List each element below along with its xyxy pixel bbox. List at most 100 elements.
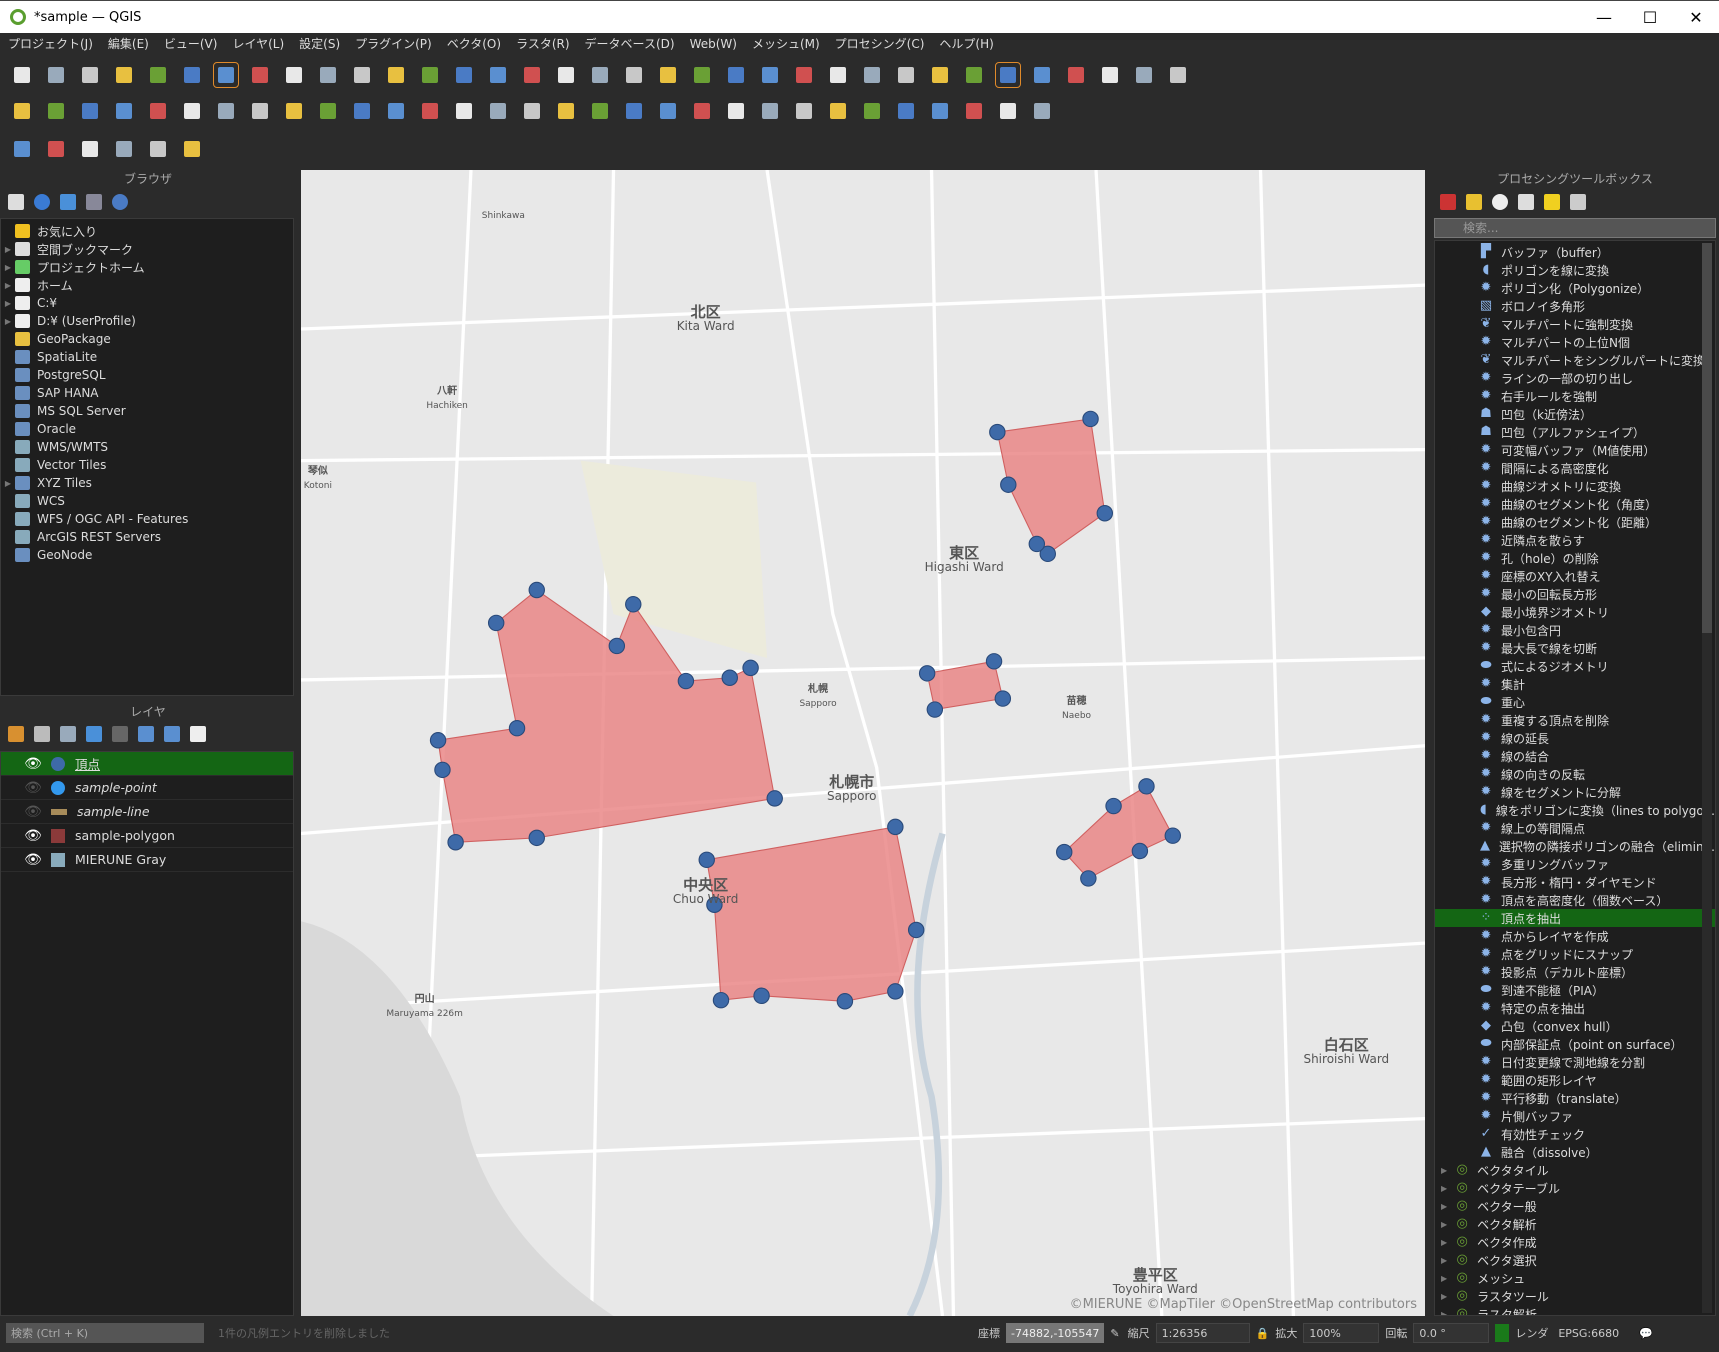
new-geopackage-button[interactable] bbox=[44, 99, 68, 123]
locator-search-input[interactable]: 検索 (Ctrl + K) bbox=[6, 1323, 204, 1343]
algorithm-item[interactable]: ✹ 可変幅バッファ（M値使用） bbox=[1435, 441, 1715, 459]
browser-item[interactable]: GeoNode bbox=[1, 546, 293, 564]
menu-item[interactable]: Web(W) bbox=[690, 37, 737, 51]
vertex-point[interactable] bbox=[721, 669, 738, 686]
browser-item[interactable]: SpatiaLite bbox=[1, 348, 293, 366]
mouse-toggle-icon[interactable]: ✎ bbox=[1110, 1327, 1119, 1340]
style-icon[interactable] bbox=[8, 726, 24, 742]
zoom-last-button[interactable] bbox=[486, 63, 510, 87]
results-viewer-icon[interactable] bbox=[1518, 194, 1534, 210]
algorithm-item[interactable]: ✹ 曲線のセグメント化（距離） bbox=[1435, 513, 1715, 531]
browser-item[interactable]: ▶ ホーム bbox=[1, 276, 293, 294]
algorithm-item[interactable]: ✹ 間隔による高密度化 bbox=[1435, 459, 1715, 477]
menu-item[interactable]: ビュー(V) bbox=[164, 35, 218, 52]
algorithm-item[interactable]: ✹ 最大長で線を切断 bbox=[1435, 639, 1715, 657]
copy-button[interactable] bbox=[520, 99, 544, 123]
history-icon[interactable] bbox=[1492, 194, 1508, 210]
provider-group[interactable]: ▶ ◎ ベクター般 bbox=[1435, 1197, 1715, 1215]
algorithm-item[interactable]: ◆ 凸包（convex hull） bbox=[1435, 1017, 1715, 1035]
menu-item[interactable]: レイヤ(L) bbox=[232, 35, 284, 52]
algorithm-item[interactable]: ◖ 線をポリゴンに変換（lines to polygo... bbox=[1435, 801, 1715, 819]
expand-arrow-icon[interactable]: ▶ bbox=[1441, 1238, 1447, 1247]
algorithm-item[interactable]: ✹ 長方形・楕円・ダイヤモンド bbox=[1435, 873, 1715, 891]
algorithm-item[interactable]: ✹ 右手ルールを強制 bbox=[1435, 387, 1715, 405]
provider-group[interactable]: ▶ ◎ ラスタ解析 bbox=[1435, 1305, 1715, 1316]
algorithm-item[interactable]: ⬬ 式によるジオメトリ bbox=[1435, 657, 1715, 675]
vertex-point[interactable] bbox=[1096, 505, 1114, 522]
vertex-point[interactable] bbox=[625, 596, 642, 613]
save-edits-button[interactable] bbox=[316, 99, 340, 123]
add-feature-button[interactable] bbox=[350, 99, 374, 123]
eye-icon[interactable]: 👁 bbox=[23, 756, 43, 772]
remove-layer-icon[interactable] bbox=[190, 726, 206, 742]
menu-item[interactable]: プロジェクト(J) bbox=[8, 35, 93, 52]
refresh-icon[interactable] bbox=[34, 194, 50, 210]
open-project-button[interactable] bbox=[44, 63, 68, 87]
expand-arrow-icon[interactable]: ▶ bbox=[1, 281, 15, 290]
menu-item[interactable]: メッシュ(M) bbox=[752, 35, 820, 52]
label-change-button[interactable] bbox=[860, 99, 884, 123]
zoom-out-button[interactable] bbox=[316, 63, 340, 87]
vertex-point[interactable] bbox=[608, 637, 626, 655]
algorithm-item[interactable]: ▲ 融合（dissolve） bbox=[1435, 1143, 1715, 1161]
help-button[interactable] bbox=[1030, 99, 1054, 123]
virtual-layer-button[interactable] bbox=[180, 99, 204, 123]
algorithm-item[interactable]: ✹ 最小の回転長方形 bbox=[1435, 585, 1715, 603]
algorithm-item[interactable]: ✹ 曲線ジオメトリに変換 bbox=[1435, 477, 1715, 495]
browser-item[interactable]: ArcGIS REST Servers bbox=[1, 528, 293, 546]
lock-scale-icon[interactable]: 🔒 bbox=[1256, 1327, 1270, 1340]
vertex-point[interactable] bbox=[994, 690, 1012, 707]
vertex-point[interactable] bbox=[434, 761, 451, 779]
map-tips-button[interactable] bbox=[1132, 63, 1156, 87]
vertex-point[interactable] bbox=[508, 719, 526, 737]
options-wrench-icon[interactable] bbox=[1570, 194, 1586, 210]
browser-item[interactable]: WMS/WMTS bbox=[1, 438, 293, 456]
menu-item[interactable]: 設定(S) bbox=[299, 35, 340, 52]
attribute-select-button[interactable] bbox=[826, 63, 850, 87]
algorithm-item[interactable]: ✹ 線の延長 bbox=[1435, 729, 1715, 747]
browser-item[interactable]: ▶ プロジェクトホーム bbox=[1, 258, 293, 276]
vertex-point[interactable] bbox=[887, 818, 904, 836]
magnify-spinbox[interactable]: 100% bbox=[1303, 1323, 1380, 1343]
info-icon[interactable] bbox=[112, 194, 128, 210]
menu-item[interactable]: プロセシング(C) bbox=[835, 35, 925, 52]
expand-arrow-icon[interactable]: ▶ bbox=[1441, 1166, 1447, 1175]
provider-group[interactable]: ▶ ◎ ベクタ選択 bbox=[1435, 1251, 1715, 1269]
new-spatialite-button[interactable] bbox=[214, 99, 238, 123]
vertex-point[interactable] bbox=[429, 732, 447, 749]
processing-scrollbar[interactable] bbox=[1702, 243, 1712, 1313]
pan-button[interactable] bbox=[213, 62, 239, 88]
refresh-button[interactable] bbox=[724, 63, 748, 87]
label-show-button[interactable] bbox=[894, 99, 918, 123]
expand-all-icon[interactable] bbox=[138, 726, 154, 742]
browser-item[interactable]: ▶ D:¥ (UserProfile) bbox=[1, 312, 293, 330]
label-rotate-button[interactable] bbox=[826, 99, 850, 123]
show-bookmarks-button[interactable] bbox=[656, 63, 680, 87]
crs-button[interactable]: EPSG:6680 bbox=[1558, 1327, 1619, 1340]
zoom-full-button[interactable] bbox=[350, 63, 374, 87]
eye-icon[interactable]: 👁 bbox=[23, 828, 43, 844]
expand-arrow-icon[interactable]: ▶ bbox=[1, 245, 15, 254]
undo-button[interactable] bbox=[588, 99, 612, 123]
algorithm-item[interactable]: ✹ 点からレイヤを作成 bbox=[1435, 927, 1715, 945]
new-3d-view-button[interactable] bbox=[588, 63, 612, 87]
algorithm-item[interactable]: ☗ 凹包（k近傍法） bbox=[1435, 405, 1715, 423]
sum-button[interactable] bbox=[1030, 63, 1054, 87]
measure-button[interactable] bbox=[1098, 63, 1122, 87]
map-canvas[interactable]: 北区 Kita Ward 東区 Higashi Ward 札幌市 Sapporo 中央区 Ch… bbox=[301, 170, 1425, 1316]
expand-arrow-icon[interactable]: ▶ bbox=[1, 317, 15, 326]
algorithm-item[interactable]: ⁘ 頂点を抽出 bbox=[1435, 909, 1715, 927]
redo-button[interactable] bbox=[622, 99, 646, 123]
vertex-point[interactable] bbox=[1080, 870, 1097, 887]
print-layout-button[interactable] bbox=[146, 63, 170, 87]
layer-item[interactable]: 👁 sample-line bbox=[1, 800, 293, 824]
algorithm-item[interactable]: ✹ 日付変更線で測地線を分割 bbox=[1435, 1053, 1715, 1071]
browser-item[interactable]: PostgreSQL bbox=[1, 366, 293, 384]
browser-item[interactable]: ▶ 空間ブックマーク bbox=[1, 240, 293, 258]
filter-legend-icon[interactable] bbox=[86, 726, 102, 742]
algorithm-item[interactable]: ✹ 多重リングバッファ bbox=[1435, 855, 1715, 873]
browser-item[interactable]: WFS / OGC API - Features bbox=[1, 510, 293, 528]
algorithm-item[interactable]: ✹ 集計 bbox=[1435, 675, 1715, 693]
browser-item[interactable]: GeoPackage bbox=[1, 330, 293, 348]
new-project-button[interactable] bbox=[10, 63, 34, 87]
